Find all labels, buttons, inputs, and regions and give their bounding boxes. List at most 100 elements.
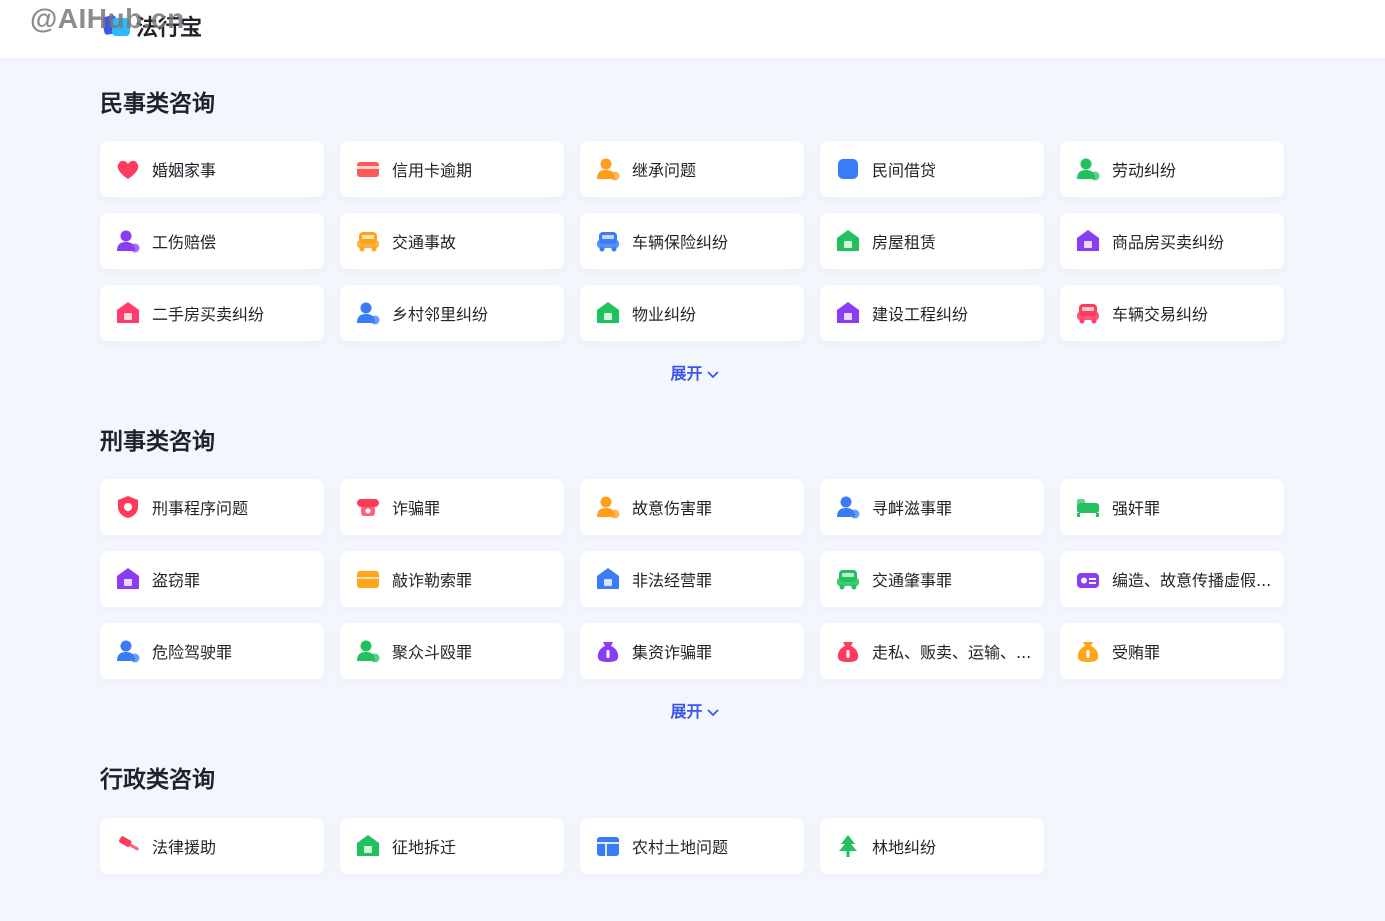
- card-label: 走私、贩卖、运输、...: [872, 643, 1032, 662]
- card-label: 民间借贷: [872, 161, 937, 180]
- consult-card[interactable]: 刑事程序问题: [100, 479, 324, 535]
- card-label: 乡村邻里纠纷: [392, 305, 489, 324]
- shield-badge-icon: [114, 493, 142, 521]
- card-label: 法律援助: [152, 838, 217, 857]
- person-pin-icon: [354, 299, 382, 327]
- card-label: 故意伤害罪: [632, 499, 713, 518]
- consult-card[interactable]: 寻衅滋事罪: [820, 479, 1044, 535]
- bed-icon: [1074, 493, 1102, 521]
- consult-card[interactable]: 故意伤害罪: [580, 479, 804, 535]
- section-title: 民事类咨询: [100, 91, 215, 117]
- loan-card-icon: [834, 155, 862, 183]
- person-hurt-icon: [594, 493, 622, 521]
- person-lock-icon: [594, 155, 622, 183]
- card-label: 盗窃罪: [152, 571, 201, 590]
- section-title: 行政类咨询: [100, 767, 215, 793]
- consult-card[interactable]: 强奸罪: [1060, 479, 1284, 535]
- car-front-icon: [354, 227, 382, 255]
- person-plus-icon: [114, 227, 142, 255]
- watermark: @AIHub.cn: [30, 3, 185, 34]
- consult-card[interactable]: 车辆保险纠纷: [580, 213, 804, 269]
- card-label: 受贿罪: [1112, 643, 1161, 662]
- building-doc-icon: [834, 299, 862, 327]
- section-title: 刑事类咨询: [100, 429, 215, 455]
- house-yen-icon: [1074, 227, 1102, 255]
- consult-card[interactable]: 工伤赔偿: [100, 213, 324, 269]
- section-administrative: 行政类咨询: [100, 764, 1290, 796]
- house-cycle-icon: [114, 299, 142, 327]
- card-label: 诈骗罪: [392, 499, 441, 518]
- chevron-down-icon: [706, 703, 720, 722]
- consult-card[interactable]: 法律援助: [100, 818, 324, 874]
- consult-card[interactable]: 走私、贩卖、运输、...: [820, 623, 1044, 679]
- card-label: 车辆保险纠纷: [632, 233, 729, 252]
- consult-card[interactable]: 乡村邻里纠纷: [340, 285, 564, 341]
- consult-card[interactable]: 林地纠纷: [820, 818, 1044, 874]
- consult-card[interactable]: 非法经营罪: [580, 551, 804, 607]
- card-label: 劳动纠纷: [1112, 161, 1177, 180]
- yen-down-icon: [1074, 637, 1102, 665]
- consult-card[interactable]: 建设工程纠纷: [820, 285, 1044, 341]
- consult-card[interactable]: 交通肇事罪: [820, 551, 1044, 607]
- consult-card[interactable]: 征地拆迁: [340, 818, 564, 874]
- chevron-down-icon: [706, 365, 720, 384]
- consult-card[interactable]: 劳动纠纷: [1060, 141, 1284, 197]
- consult-card[interactable]: 物业纠纷: [580, 285, 804, 341]
- card-label: 建设工程纠纷: [872, 305, 969, 324]
- radio-icon: [1074, 565, 1102, 593]
- land-grid-icon: [594, 832, 622, 860]
- consult-card[interactable]: 编造、故意传播虚假...: [1060, 551, 1284, 607]
- worker-doc-icon: [1074, 155, 1102, 183]
- card-label: 寻衅滋事罪: [872, 499, 953, 518]
- expand-button-criminal[interactable]: 展开: [100, 698, 1290, 722]
- bag-alert-icon: [834, 637, 862, 665]
- card-label: 集资诈骗罪: [632, 643, 713, 662]
- heart-icon: [114, 155, 142, 183]
- expand-label: 展开: [670, 364, 703, 383]
- card-label: 强奸罪: [1112, 499, 1161, 518]
- wallet-icon: [354, 565, 382, 593]
- section-civil: 民事类咨询: [100, 88, 1290, 120]
- card-label: 征地拆迁: [392, 838, 457, 857]
- money-bag-icon: [594, 637, 622, 665]
- card-label: 农村土地问题: [632, 838, 729, 857]
- house-rent-icon: [834, 227, 862, 255]
- consult-card[interactable]: 婚姻家事: [100, 141, 324, 197]
- consult-card[interactable]: 商品房买卖纠纷: [1060, 213, 1284, 269]
- expand-button-civil[interactable]: 展开: [100, 360, 1290, 384]
- consult-card[interactable]: 受贿罪: [1060, 623, 1284, 679]
- shop-yen-icon: [594, 565, 622, 593]
- card-label: 房屋租赁: [872, 233, 937, 252]
- consult-card[interactable]: 诈骗罪: [340, 479, 564, 535]
- consult-card[interactable]: 民间借贷: [820, 141, 1044, 197]
- consult-card[interactable]: 敲诈勒索罪: [340, 551, 564, 607]
- card-label: 信用卡逾期: [392, 161, 473, 180]
- consult-card[interactable]: 危险驾驶罪: [100, 623, 324, 679]
- consult-card[interactable]: 交通事故: [340, 213, 564, 269]
- car-insurance-icon: [594, 227, 622, 255]
- group-fight-icon: [354, 637, 382, 665]
- card-label: 二手房买卖纠纷: [152, 305, 265, 324]
- house-alert-icon: [114, 565, 142, 593]
- consult-card[interactable]: 集资诈骗罪: [580, 623, 804, 679]
- consult-card[interactable]: 信用卡逾期: [340, 141, 564, 197]
- consult-card[interactable]: 房屋租赁: [820, 213, 1044, 269]
- consult-card[interactable]: 聚众斗殴罪: [340, 623, 564, 679]
- consult-card[interactable]: 二手房买卖纠纷: [100, 285, 324, 341]
- card-label: 物业纠纷: [632, 305, 697, 324]
- credit-card-icon: [354, 155, 382, 183]
- consult-card[interactable]: 车辆交易纠纷: [1060, 285, 1284, 341]
- telephone-icon: [354, 493, 382, 521]
- consult-card[interactable]: 农村土地问题: [580, 818, 804, 874]
- consult-card[interactable]: 盗窃罪: [100, 551, 324, 607]
- house-key-icon: [594, 299, 622, 327]
- top-header: 法行宝 @AIHub.cn: [0, 0, 1385, 58]
- card-label: 林地纠纷: [872, 838, 937, 857]
- card-label: 工伤赔偿: [152, 233, 217, 252]
- card-label: 商品房买卖纠纷: [1112, 233, 1225, 252]
- gavel-icon: [114, 832, 142, 860]
- card-label: 车辆交易纠纷: [1112, 305, 1209, 324]
- person-drive-icon: [114, 637, 142, 665]
- card-label: 敲诈勒索罪: [392, 571, 473, 590]
- consult-card[interactable]: 继承问题: [580, 141, 804, 197]
